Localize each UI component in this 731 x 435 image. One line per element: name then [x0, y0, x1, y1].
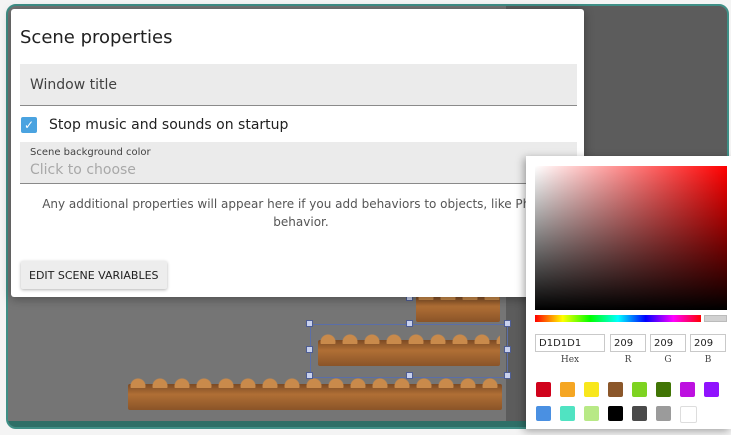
scene-properties-dialog: Scene properties Window title ✓ Stop mus…: [11, 9, 584, 297]
additional-properties-info: Any additional properties will appear he…: [42, 197, 560, 229]
dialog-title: Scene properties: [20, 27, 173, 48]
red-label: R: [624, 355, 632, 365]
selection-handle[interactable]: [504, 320, 511, 327]
preset-swatch[interactable]: [632, 382, 647, 397]
window-title-field[interactable]: Window title: [20, 64, 577, 106]
preset-swatch[interactable]: [584, 406, 599, 421]
selection-handle[interactable]: [306, 372, 313, 379]
preset-swatch[interactable]: [704, 382, 719, 397]
green-label: G: [664, 355, 672, 365]
selection-handle[interactable]: [504, 346, 511, 353]
preset-swatch[interactable]: [608, 382, 623, 397]
stop-music-checkbox[interactable]: ✓: [21, 117, 37, 133]
stop-music-row[interactable]: ✓ Stop music and sounds on startup: [21, 115, 288, 135]
color-picker: D1D1D1 209 209 209 Hex R G B: [526, 156, 731, 429]
hex-input[interactable]: D1D1D1: [535, 334, 605, 352]
preset-swatch[interactable]: [680, 382, 695, 397]
preset-swatch[interactable]: [608, 406, 623, 421]
selection-handle[interactable]: [306, 320, 313, 327]
ground-tile-lower[interactable]: [128, 378, 502, 410]
saturation-area[interactable]: [535, 166, 727, 310]
selection-handle[interactable]: [306, 346, 313, 353]
hex-label: Hex: [560, 355, 580, 365]
current-color-swatch: [704, 315, 727, 322]
preset-swatch[interactable]: [656, 382, 671, 397]
preset-swatch[interactable]: [632, 406, 647, 421]
preset-swatch[interactable]: [560, 406, 575, 421]
background-color-value: Click to choose: [30, 162, 136, 178]
selection-handle[interactable]: [504, 372, 511, 379]
preset-swatch[interactable]: [536, 406, 551, 421]
blue-label: B: [704, 355, 712, 365]
selection-handle[interactable]: [406, 372, 413, 379]
preset-swatch[interactable]: [536, 382, 551, 397]
stop-music-label: Stop music and sounds on startup: [49, 117, 289, 133]
hue-slider[interactable]: [535, 315, 701, 322]
preset-swatch[interactable]: [680, 406, 697, 423]
green-input[interactable]: 209: [650, 334, 686, 352]
ground-tile-upper[interactable]: [416, 290, 500, 322]
red-input[interactable]: 209: [610, 334, 646, 352]
blue-input[interactable]: 209: [690, 334, 726, 352]
selection-handle[interactable]: [406, 320, 413, 327]
preset-swatch[interactable]: [560, 382, 575, 397]
preset-swatch[interactable]: [656, 406, 671, 421]
background-color-field[interactable]: Scene background color Click to choose: [20, 142, 577, 184]
background-color-label: Scene background color: [30, 147, 151, 158]
edit-scene-variables-button[interactable]: EDIT SCENE VARIABLES: [21, 261, 167, 289]
window-title-placeholder: Window title: [30, 77, 118, 93]
selection-box: [310, 324, 508, 378]
preset-swatch[interactable]: [584, 382, 599, 397]
